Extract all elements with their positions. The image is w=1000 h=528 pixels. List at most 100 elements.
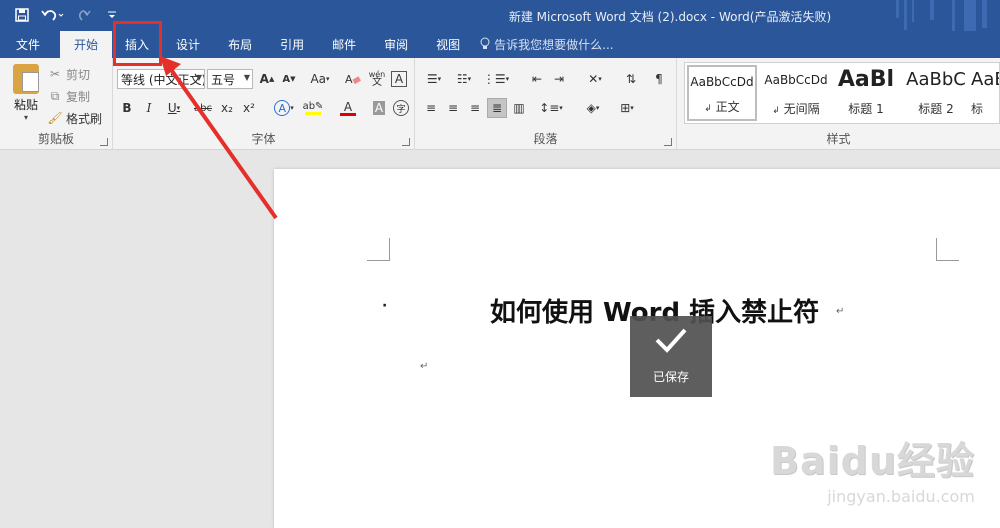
decrease-indent-icon[interactable]: ⇤	[527, 69, 547, 89]
baidu-watermark: Baidu经验 jingyan.baidu.com	[770, 430, 975, 506]
paragraph-mark: ↵	[836, 306, 845, 317]
saved-toast: 已保存	[630, 316, 712, 397]
multilevel-list-icon: ⋮☰	[482, 72, 506, 86]
format-painter-label: 格式刷	[66, 111, 103, 126]
superscript-icon: x²	[243, 101, 255, 115]
tab-review[interactable]: 审阅	[370, 31, 422, 58]
font-size-combo[interactable]: 五号 ▼	[207, 69, 253, 89]
font-name-value: 等线 (中文正文)	[121, 72, 205, 87]
paragraph-mark: ↵	[420, 361, 429, 372]
numbering-button[interactable]: ☷ ▾	[451, 69, 477, 89]
superscript-button[interactable]: x²	[239, 98, 259, 118]
highlight-button[interactable]: ab✎	[299, 98, 327, 118]
tab-file[interactable]: 文件	[0, 31, 60, 58]
text-effects-icon: A	[274, 100, 291, 116]
show-marks-icon[interactable]: ¶	[649, 69, 669, 89]
justify-icon[interactable]: ≣	[487, 98, 507, 118]
italic-button[interactable]: I	[139, 98, 159, 118]
subscript-button[interactable]: x₂	[217, 98, 237, 118]
asian-layout-icon: ✕	[588, 72, 599, 86]
shrink-font-icon: A	[282, 73, 291, 85]
watermark-url: jingyan.baidu.com	[827, 487, 975, 506]
character-border-button[interactable]: A	[391, 71, 407, 87]
saved-toast-text: 已保存	[652, 370, 689, 384]
paste-label: 粘贴	[13, 98, 38, 112]
tell-me-box[interactable]: 告诉我您想要做什么...	[480, 31, 614, 58]
font-color-icon: A	[343, 99, 353, 114]
align-left-icon[interactable]: ≡	[421, 98, 441, 118]
bullet-mark: ·	[382, 298, 388, 314]
boxed-a-icon: A	[394, 72, 404, 86]
paint-bucket-icon: ◈	[586, 101, 596, 115]
copy-label: 复制	[66, 89, 91, 104]
styles-group: 样式	[677, 58, 1000, 150]
font-launcher-icon[interactable]	[402, 138, 410, 146]
checkmark-icon	[630, 324, 712, 364]
char-shading-icon: A	[372, 101, 386, 115]
align-right-icon[interactable]: ≡	[465, 98, 485, 118]
bold-button[interactable]: B	[117, 98, 137, 118]
align-center-icon[interactable]: ≡	[443, 98, 463, 118]
tab-references[interactable]: 引用	[266, 31, 318, 58]
chevron-down-icon: ▼	[195, 73, 202, 82]
paintbrush-icon: 🖌	[47, 111, 63, 125]
change-case-icon: Aa	[310, 72, 327, 86]
clear-format-icon[interactable]: A	[343, 69, 363, 89]
paragraph-group-label: 段落	[533, 132, 558, 146]
font-size-value: 五号	[211, 72, 236, 87]
subscript-icon: x₂	[221, 101, 233, 115]
numbering-icon: ☷	[456, 72, 468, 86]
wen-char: 文	[372, 77, 382, 88]
font-color-button[interactable]: A	[335, 98, 361, 118]
grow-font-icon: A	[259, 72, 269, 86]
tab-home[interactable]: 开始	[60, 31, 113, 58]
asian-layout-button[interactable]: ✕ ▾	[581, 69, 609, 89]
bullets-icon: ☰	[426, 72, 438, 86]
tab-view[interactable]: 视图	[422, 31, 474, 58]
enclosed-char-icon: 字	[393, 100, 409, 116]
svg-text:A: A	[345, 73, 353, 86]
bullets-button[interactable]: ☰ ▾	[421, 69, 447, 89]
multilevel-list-button[interactable]: ⋮☰ ▾	[481, 69, 511, 89]
lightbulb-icon	[480, 37, 490, 53]
format-painter-button[interactable]: 🖌 格式刷	[47, 108, 103, 128]
font-group: 等线 (中文正文) ▼ 五号 ▼ A ▲ A ▼ Aa ▾ A wén 文 A B I …	[113, 58, 415, 150]
text-effects-button[interactable]: A ▾	[271, 98, 297, 118]
line-spacing-button[interactable]: ↕≡ ▾	[537, 98, 565, 118]
character-shading-button[interactable]: A	[369, 98, 389, 118]
change-case-button[interactable]: Aa ▾	[307, 69, 333, 89]
underline-button[interactable]: U ▾	[161, 98, 187, 118]
sort-icon[interactable]: ⇅	[621, 69, 641, 89]
shrink-font-button[interactable]: A ▼	[279, 69, 299, 89]
scissors-icon: ✂	[49, 67, 61, 81]
clipboard-icon	[13, 64, 39, 94]
font-name-combo[interactable]: 等线 (中文正文) ▼	[117, 69, 205, 89]
font-color-bar	[340, 112, 356, 116]
strikethrough-button[interactable]: abc	[191, 98, 215, 118]
underline-icon: U	[167, 101, 177, 115]
tab-layout[interactable]: 布局	[214, 31, 266, 58]
chevron-down-icon: ▼	[243, 73, 250, 82]
ribbon: 粘贴 ▾ ✂ 剪切 ⧉ 复制 🖌 格式刷 剪贴板 等线 (中文正文) ▼ 五号 …	[0, 58, 1000, 150]
borders-button[interactable]: ⊞ ▾	[613, 98, 641, 118]
grow-font-button[interactable]: A ▲	[257, 69, 277, 89]
increase-indent-icon[interactable]: ⇥	[549, 69, 569, 89]
tab-mailings[interactable]: 邮件	[318, 31, 370, 58]
crop-mark-top-right	[936, 238, 959, 261]
clipboard-launcher-icon[interactable]	[100, 138, 108, 146]
cut-button[interactable]: ✂ 剪切	[48, 64, 90, 84]
phonetic-guide-button[interactable]: wén 文	[367, 69, 387, 89]
paragraph-launcher-icon[interactable]	[664, 138, 672, 146]
paste-button[interactable]: 粘贴 ▾	[8, 64, 44, 122]
highlight-color-bar	[305, 112, 321, 115]
paragraph-group: ☰ ▾ ☷ ▾ ⋮☰ ▾ ⇤ ⇥ ✕ ▾ ⇅ ¶ ≡ ≡ ≡ ≣ ▥ ↕≡ ▾ ◈ ▾ ⊞ ▾…	[415, 58, 677, 150]
shading-button[interactable]: ◈ ▾	[579, 98, 607, 118]
copy-button[interactable]: ⧉ 复制	[48, 86, 90, 106]
crop-mark-top-left	[367, 238, 390, 261]
tab-design[interactable]: 设计	[162, 31, 214, 58]
enclose-characters-button[interactable]: 字	[391, 98, 411, 118]
distributed-icon[interactable]: ▥	[509, 98, 529, 118]
annotation-highlight-box	[113, 21, 162, 66]
cut-label: 剪切	[66, 67, 91, 82]
borders-icon: ⊞	[620, 101, 631, 115]
